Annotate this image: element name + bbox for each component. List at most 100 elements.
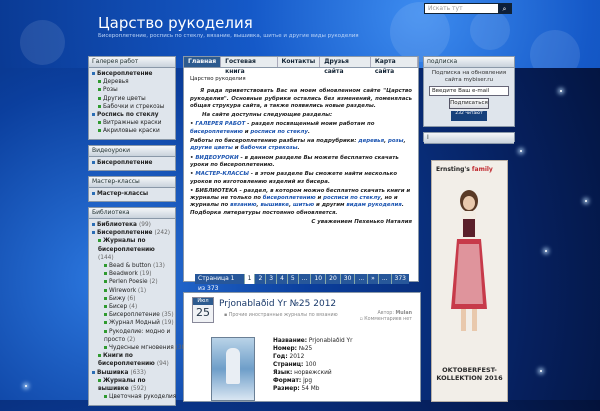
detail-row: Страниц: 100 — [273, 361, 352, 369]
gallery-item[interactable]: Бабочки и стрекозы — [92, 103, 172, 111]
nav-home[interactable]: Главная — [184, 57, 222, 67]
library-item[interactable]: Книги по бисероплетению (94) — [92, 352, 172, 368]
section-video: • ВИДЕОУРОКИ - в данном разделе Вы может… — [190, 154, 399, 168]
video-item[interactable]: Бисероплетение — [92, 159, 172, 167]
library-item[interactable]: Журналы по бисероплетению (144) — [92, 237, 172, 262]
gallery-item[interactable]: Другие цветы — [92, 95, 172, 103]
page-link[interactable]: 2 — [255, 274, 267, 284]
library-item[interactable]: Бижу (6) — [92, 295, 172, 303]
gallery-item[interactable]: Бисероплетение — [92, 70, 172, 78]
gallery-item[interactable]: Роспись по стеклу — [92, 111, 172, 119]
post-category[interactable]: ▪ Прочие иностранные журналы по вязанию — [224, 313, 338, 318]
widget-box-title: I — [424, 133, 514, 144]
link-embroidery[interactable]: вышивке — [260, 202, 289, 208]
detail-row: Формат: jpg — [273, 377, 352, 385]
page-ellipsis: ... — [379, 274, 392, 284]
library-item[interactable]: Beadwork (19) — [92, 270, 172, 278]
bullet-icon — [98, 378, 101, 382]
gallery-item-label: Бисероплетение — [97, 71, 153, 77]
post-title[interactable]: Prjonablaðid Yr №25 2012 — [219, 299, 336, 309]
link-butterflies[interactable]: бабочки стрекозы — [240, 145, 297, 151]
gallery-item-label: Витражные краски — [103, 120, 162, 127]
post-author[interactable]: Mulan — [396, 311, 413, 316]
subscribe-text: Подписка на обновления сайта mybiser.ru — [431, 70, 507, 83]
search-button[interactable]: ⌕ — [498, 3, 511, 14]
library-box-title: Библиотека — [89, 208, 175, 220]
library-item[interactable]: Бисероплетение (35) — [92, 311, 174, 319]
page-link-last[interactable]: 373 — [392, 274, 409, 284]
section-library: • БИБЛИОТЕКА - раздел, в котором можно б… — [190, 187, 411, 216]
link-gallery[interactable]: ГАЛЕРЕЯ РАБОТ — [195, 121, 245, 127]
site-title[interactable]: Царство рукоделия — [98, 14, 253, 32]
page-link-current[interactable]: 1 — [244, 274, 256, 284]
link-video[interactable]: ВИДЕОУРОКИ — [195, 155, 238, 161]
page-link[interactable]: 10 — [311, 274, 327, 284]
library-item[interactable]: Рукоделие: модно и просто (2) — [92, 328, 172, 344]
link-roses[interactable]: розы — [388, 138, 404, 144]
library-item-count: (35) — [161, 312, 174, 319]
detail-value: jpg — [303, 378, 313, 384]
section-text: , — [403, 138, 406, 145]
bullet-icon — [98, 104, 101, 108]
page-link[interactable]: 20 — [326, 274, 341, 284]
library-item[interactable]: Бисер (4) — [92, 303, 172, 311]
subscribe-button[interactable]: Подписаться — [449, 98, 489, 109]
masterclass-item[interactable]: Мастер-классы — [92, 190, 172, 198]
gallery-item[interactable]: Деревья — [92, 78, 172, 86]
detail-value: 54 Mb — [301, 386, 320, 392]
sparkle-decoration — [560, 90, 562, 92]
email-field[interactable]: Введите Ваш e-mail — [429, 86, 509, 96]
bullet-icon — [98, 239, 101, 243]
link-beading[interactable]: бисероплетению — [190, 129, 243, 135]
link-glass-painting[interactable]: росписи по стеклу — [250, 129, 308, 135]
post-entry: Июл 25 Prjonablaðid Yr №25 2012 ▪ Прочие… — [183, 292, 421, 402]
link-sewing[interactable]: шитью — [293, 202, 314, 208]
library-item[interactable]: Perlen Poesie (2) — [92, 278, 172, 286]
bullet-icon — [92, 370, 95, 374]
page-next[interactable]: » — [368, 274, 379, 284]
library-item[interactable]: Wirework (1) — [92, 287, 172, 295]
library-item-label: Библиотека — [97, 222, 137, 229]
library-item-count: (144) — [98, 254, 114, 261]
nav-guestbook[interactable]: Гостевая книга — [221, 57, 278, 75]
link-other-crafts[interactable]: видам рукоделия — [346, 202, 401, 208]
gallery-item[interactable]: Акриловые краски — [92, 127, 172, 135]
link-trees[interactable]: деревья — [358, 138, 384, 144]
bullet-icon — [104, 329, 107, 333]
post-comments[interactable]: ▫ Комментариев нет — [359, 317, 412, 323]
link-beading[interactable]: бисероплетению — [263, 195, 316, 201]
library-item[interactable]: Чудесные мгновения (38) — [92, 344, 187, 352]
model-photo — [451, 190, 487, 331]
page-link[interactable]: 30 — [341, 274, 356, 284]
page-link[interactable]: 4 — [277, 274, 288, 284]
link-knitting[interactable]: вязанию — [230, 202, 256, 208]
library-item-label: Бисероплетение — [97, 230, 153, 237]
nav-sitemap[interactable]: Карта сайта — [371, 57, 418, 75]
library-item[interactable]: Вышивка (633) — [92, 369, 172, 377]
link-other-flowers[interactable]: другие цветы — [190, 145, 233, 151]
sparkle-decoration — [520, 150, 522, 152]
link-glass-painting[interactable]: росписи по стеклу — [323, 195, 381, 201]
library-item[interactable]: Bead & button (13) — [92, 262, 172, 270]
nav-contacts[interactable]: Контакты — [278, 57, 321, 67]
detail-key: Размер: — [273, 386, 300, 392]
widget-box: I — [423, 132, 515, 144]
library-item[interactable]: Журнал Модный (19) — [92, 319, 174, 327]
magazine-cover-image[interactable] — [211, 337, 255, 401]
reader-counter-badge[interactable]: 232 читают — [451, 111, 487, 121]
section-text: - раздел посвященный моим работам по — [245, 121, 375, 128]
library-item-count: (2) — [149, 279, 158, 286]
nav-friends[interactable]: Друзья сайта — [320, 57, 371, 75]
library-item[interactable]: Журналы по вышивке (592) — [92, 377, 172, 393]
page-link[interactable]: 5 — [288, 274, 299, 284]
library-item[interactable]: Бисероплетение (242) — [92, 229, 172, 237]
link-masterclass[interactable]: МАСТЕР-КЛАССЫ — [195, 171, 249, 177]
gallery-item[interactable]: Витражные краски — [92, 119, 172, 127]
page-link[interactable]: 3 — [266, 274, 278, 284]
gallery-item[interactable]: Розы — [92, 86, 172, 94]
library-item[interactable]: Библиотека (99) — [92, 221, 172, 229]
detail-row: Год: 2012 — [273, 353, 352, 361]
library-item[interactable]: Цветочная рукоделия — [92, 393, 176, 401]
advertisement-banner[interactable]: Ernsting's family OKTOBERFEST- KOLLEKTIO… — [431, 160, 508, 402]
detail-value: №25 — [298, 346, 313, 352]
